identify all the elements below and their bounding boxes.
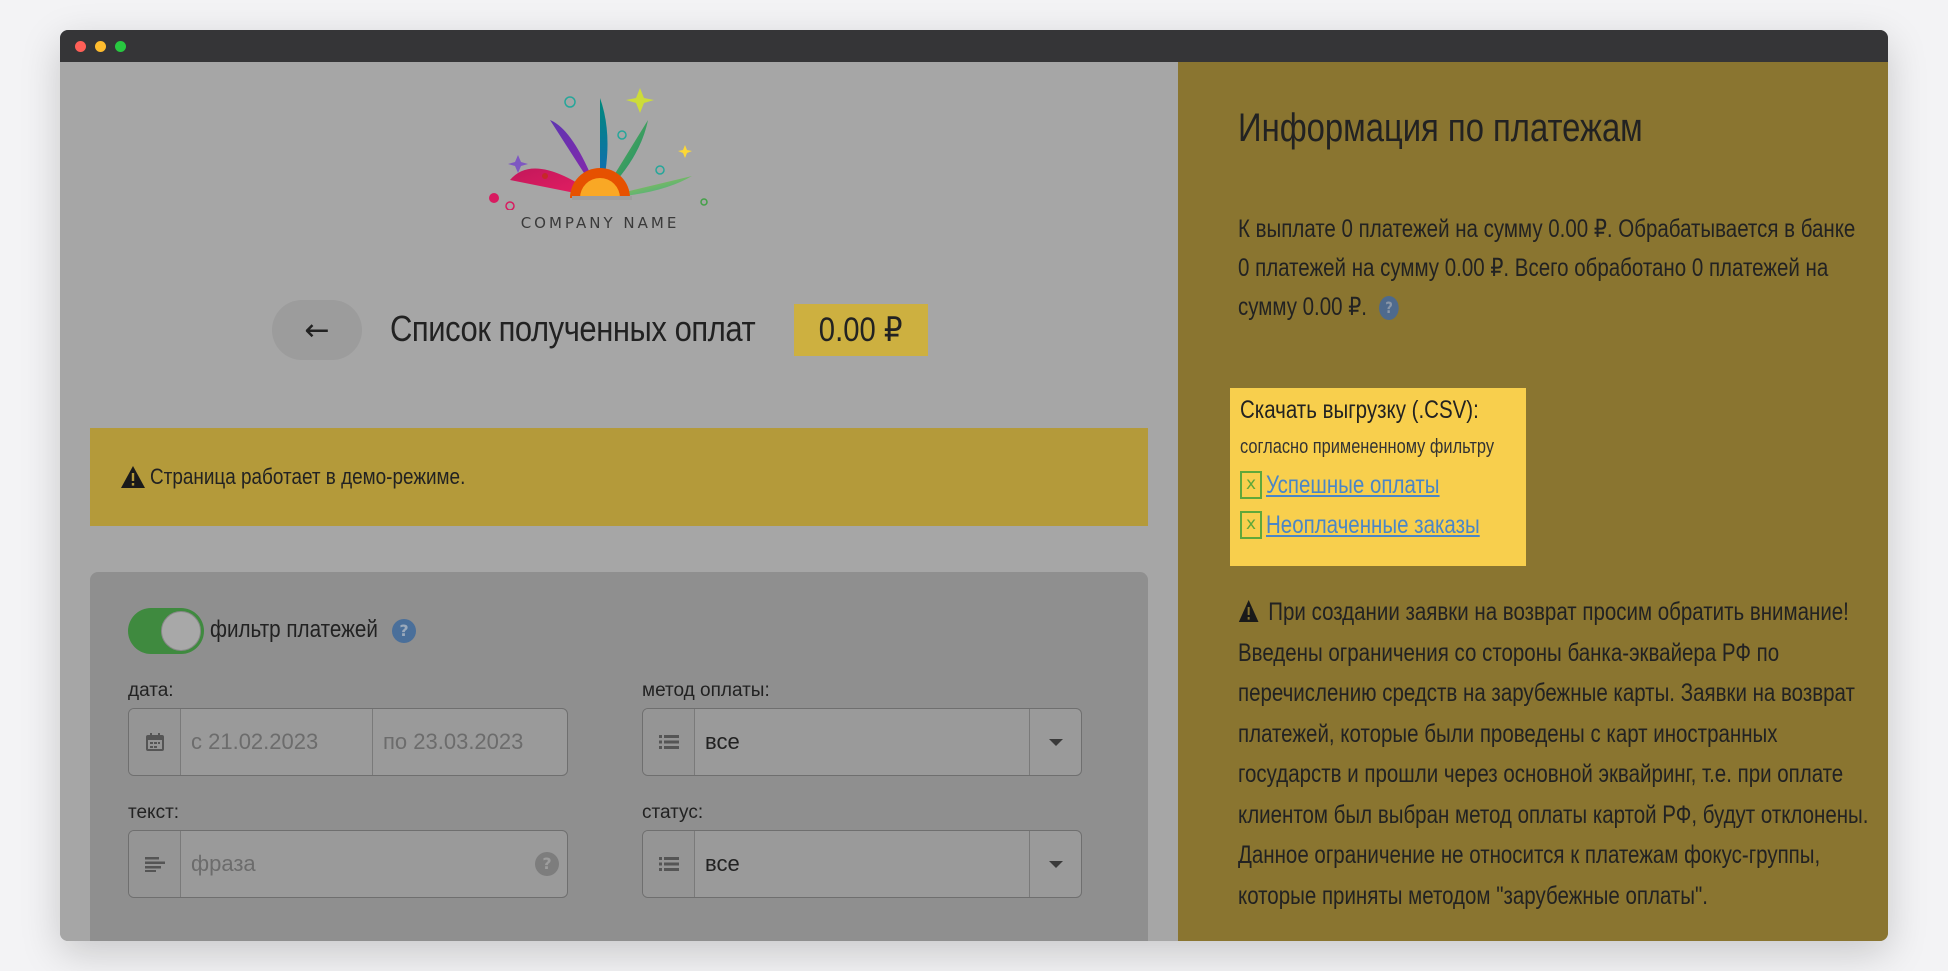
payment-method-label: метод оплаты: xyxy=(642,680,770,701)
info-title: Информация по платежам xyxy=(1238,106,1643,150)
question-circle-icon[interactable]: ? xyxy=(392,619,416,643)
maximize-window-button[interactable] xyxy=(115,41,126,52)
company-logo: COMPANY NAME xyxy=(480,80,740,240)
close-window-button[interactable] xyxy=(75,41,86,52)
text-search-input[interactable]: фраза xyxy=(181,831,521,897)
excel-file-icon xyxy=(1240,511,1262,539)
date-range-group: с 21.02.2023 по 23.03.2023 xyxy=(128,708,568,776)
payment-method-value: все xyxy=(705,729,740,754)
date-to-input[interactable]: по 23.03.2023 xyxy=(373,709,567,775)
calendar-icon xyxy=(129,709,181,775)
payment-summary-text: К выплате 0 платежей на сумму 0.00 ₽. Об… xyxy=(1238,215,1856,321)
text-search-group: фраза ? xyxy=(128,830,568,898)
payment-method-select[interactable]: все xyxy=(642,708,1082,776)
company-name-text: COMPANY NAME xyxy=(520,214,680,232)
csv-export-title: Скачать выгрузку (.CSV): xyxy=(1240,396,1479,424)
list-icon xyxy=(643,831,695,897)
page-title: Список полученных оплат xyxy=(390,308,756,349)
payment-summary: К выплате 0 платежей на сумму 0.00 ₽. Об… xyxy=(1238,210,1869,327)
toggle-knob xyxy=(161,611,201,651)
csv-link-successful-payments[interactable]: Успешные оплаты xyxy=(1240,470,1478,500)
window-titlebar xyxy=(60,30,1888,62)
refund-notice: При создании заявки на возврат просим об… xyxy=(1238,592,1886,916)
warning-icon xyxy=(1238,600,1259,622)
chevron-down-icon[interactable] xyxy=(1029,831,1081,897)
warning-icon xyxy=(121,466,145,488)
payments-list-pane: COMPANY NAME ← Список полученных оплат 0… xyxy=(60,62,1178,941)
csv-export-subtitle: согласно примененному фильтру xyxy=(1240,436,1495,458)
minimize-window-button[interactable] xyxy=(95,41,106,52)
csv-link-label[interactable]: Успешные оплаты xyxy=(1266,471,1440,500)
demo-alert-text: Страница работает в демо-режиме. xyxy=(150,464,466,489)
filter-toggle[interactable] xyxy=(128,608,204,654)
status-value: все xyxy=(705,851,740,876)
align-left-icon xyxy=(129,831,181,897)
csv-link-label[interactable]: Неоплаченные заказы xyxy=(1266,511,1480,540)
question-circle-icon[interactable]: ? xyxy=(1379,296,1399,321)
browser-window: COMPANY NAME ← Список полученных оплат 0… xyxy=(60,30,1888,941)
back-button[interactable]: ← xyxy=(272,300,362,360)
filter-panel: фильтр платежей ? дата: с 21.02.2023 по … xyxy=(90,572,1148,941)
logo-sunburst-icon xyxy=(489,88,708,210)
chevron-down-icon[interactable] xyxy=(1029,709,1081,775)
excel-file-icon xyxy=(1240,471,1262,499)
payment-info-pane: Информация по платежам К выплате 0 плате… xyxy=(1178,62,1888,941)
status-label: статус: xyxy=(642,802,704,823)
refund-notice-text: При создании заявки на возврат просим об… xyxy=(1238,598,1869,910)
status-select[interactable]: все xyxy=(642,830,1082,898)
date-label: дата: xyxy=(128,680,174,701)
list-icon xyxy=(643,709,695,775)
date-from-input[interactable]: с 21.02.2023 xyxy=(181,709,373,775)
question-circle-icon[interactable]: ? xyxy=(535,852,559,876)
filter-toggle-label: фильтр платежей xyxy=(210,616,378,643)
text-label: текст: xyxy=(128,802,180,823)
csv-link-unpaid-orders[interactable]: Неоплаченные заказы xyxy=(1240,510,1527,540)
demo-mode-alert: Страница работает в демо-режиме. xyxy=(90,428,1148,526)
csv-export-box: Скачать выгрузку (.CSV): согласно примен… xyxy=(1230,388,1526,566)
total-amount-badge: 0.00 ₽ xyxy=(794,304,928,356)
